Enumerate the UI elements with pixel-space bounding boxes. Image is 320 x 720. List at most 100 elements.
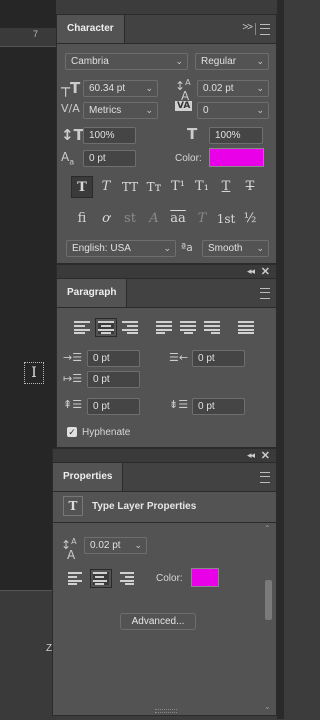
collapse-panel-icon[interactable]: ◂◂ (247, 450, 255, 461)
paragraph-panel: ◂◂ ✕ Paragraph →☰ 0 pt ☰← 0 pt ↦☰ 0 pt ⇞… (56, 264, 277, 448)
kerning-value: Metrics (89, 105, 122, 116)
leading-dropdown[interactable]: 0.02 pt ⌄ (197, 80, 269, 97)
tab-paragraph[interactable]: Paragraph (57, 279, 128, 307)
leading-value: 0.02 pt (203, 83, 234, 94)
font-size-value: 60.34 pt (89, 83, 126, 94)
close-icon[interactable]: ✕ (261, 449, 270, 462)
justify-last-center-icon[interactable] (180, 321, 196, 335)
discretionary-ligatures-button[interactable]: ơ (95, 208, 117, 230)
faux-bold-button[interactable]: T (71, 176, 93, 198)
chevron-down-icon: ⌄ (256, 105, 264, 115)
close-icon[interactable]: ✕ (261, 265, 270, 278)
space-after-field[interactable]: 0 pt (192, 398, 245, 415)
text-color-swatch[interactable] (209, 148, 264, 167)
font-family-dropdown[interactable]: Cambria ⌄ (65, 53, 188, 70)
panel-dock-strip (277, 0, 284, 719)
collapse-panel-icon[interactable]: ◂◂ (247, 266, 255, 277)
indent-right-field[interactable]: 0 pt (192, 350, 245, 367)
stylistic-sets-button[interactable]: T (191, 208, 213, 230)
horizontal-scale-icon: T (187, 125, 198, 143)
hyphenate-checkbox[interactable]: ✓ (67, 427, 77, 437)
font-style-dropdown[interactable]: Regular ⌄ (195, 53, 269, 70)
align-right-icon[interactable] (120, 572, 136, 586)
indent-left-icon: →☰ (63, 351, 83, 364)
space-before-icon: ⇞☰ (63, 398, 83, 411)
ordinals-button[interactable]: 1st (215, 208, 237, 230)
properties-tabbar: Properties (53, 463, 276, 492)
vertical-scale-field[interactable]: 100% (83, 127, 136, 144)
language-dropdown[interactable]: English: USA ⌄ (66, 240, 176, 257)
font-family-value: Cambria (71, 56, 109, 67)
type-layer-icon: T (63, 496, 83, 516)
align-left-icon[interactable] (68, 572, 84, 586)
space-after-icon: ⇟☰ (169, 398, 189, 411)
indent-left-field[interactable]: 0 pt (87, 350, 140, 367)
character-panel: Character >> Cambria ⌄ Regular ⌄ ┬T 60.34 … (56, 14, 277, 264)
character-tabbar: Character >> (57, 15, 276, 44)
fractions-button[interactable]: ½ (239, 208, 261, 230)
align-right-icon[interactable] (122, 321, 138, 335)
swash-button[interactable]: st (119, 208, 141, 230)
text-cursor-icon: I (24, 362, 44, 384)
indent-first-line-icon: ↦☰ (63, 372, 83, 385)
horizontal-ruler: 7 (0, 28, 56, 47)
indent-first-line-field[interactable]: 0 pt (87, 371, 140, 388)
font-style-value: Regular (201, 56, 237, 67)
panel-menu-icon[interactable] (260, 24, 270, 35)
horizontal-scale-field[interactable]: 100% (209, 127, 263, 144)
advanced-button[interactable]: Advanced... (120, 613, 196, 630)
titling-alternates-button[interactable]: aa (167, 208, 189, 230)
baseline-shift-icon: Aa (61, 150, 75, 167)
align-center-icon[interactable] (95, 318, 117, 337)
baseline-shift-field[interactable]: 0 pt (83, 150, 136, 167)
layer-type-title: Type Layer Properties (92, 501, 197, 512)
strikethrough-button[interactable]: T (239, 176, 261, 198)
resize-grip-icon[interactable] (155, 709, 177, 713)
panel-menu-icon[interactable] (260, 472, 270, 483)
separator-icon (255, 23, 256, 35)
scroll-thumb[interactable] (265, 580, 272, 620)
antialias-icon: ªa (181, 241, 193, 254)
faux-italic-button[interactable]: T (95, 176, 117, 198)
superscript-button[interactable]: T¹ (167, 176, 189, 198)
space-before-field[interactable]: 0 pt (87, 398, 140, 415)
justify-last-right-icon[interactable] (204, 321, 220, 335)
ruler-mark: 7 (33, 29, 39, 39)
align-left-icon[interactable] (74, 321, 90, 335)
properties-leading-dropdown[interactable]: 0.02 pt ⌄ (84, 537, 147, 554)
canvas-bottom-bar: Z (0, 590, 56, 720)
kerning-dropdown[interactable]: Metrics ⌄ (83, 102, 158, 119)
tracking-icon: VA (175, 101, 193, 111)
scroll-down-icon[interactable]: ⌄ (264, 702, 271, 711)
antialias-value: Smooth (208, 243, 243, 254)
chevron-down-icon: ⌄ (134, 540, 142, 550)
underline-button[interactable]: T (215, 176, 237, 198)
chevron-down-icon: ⌄ (256, 56, 264, 66)
font-size-dropdown[interactable]: 60.34 pt ⌄ (83, 80, 158, 97)
subscript-button[interactable]: T₁ (191, 176, 213, 198)
properties-color-swatch[interactable] (191, 568, 219, 587)
all-caps-button[interactable]: TT (119, 176, 141, 198)
small-caps-button[interactable]: Tᴛ (143, 176, 165, 198)
stylistic-alternates-button[interactable]: A (143, 208, 165, 230)
panel-menu-icon[interactable] (260, 288, 270, 299)
justify-last-left-icon[interactable] (156, 321, 172, 335)
tracking-dropdown[interactable]: 0 ⌄ (197, 102, 269, 119)
expand-panel-icon[interactable]: >> (242, 22, 253, 33)
tab-properties[interactable]: Properties (53, 463, 124, 491)
leading-icon: ↕A A (61, 537, 77, 562)
properties-panel: ◂◂ ✕ Properties T Type Layer Properties … (52, 448, 278, 716)
properties-header-strip: ◂◂ ✕ (53, 449, 276, 463)
align-center-icon[interactable] (90, 569, 112, 588)
ligatures-button[interactable]: fi (71, 208, 93, 230)
scroll-up-icon[interactable]: ⌃ (264, 524, 271, 533)
justify-all-icon[interactable] (238, 321, 254, 335)
properties-scrollbar[interactable]: ⌃ ⌄ (264, 524, 273, 711)
chevron-down-icon: ⌄ (145, 105, 153, 115)
chevron-down-icon: ⌄ (163, 243, 171, 253)
antialias-dropdown[interactable]: Smooth ⌄ (202, 240, 269, 257)
leading-icon: ↕A A (175, 78, 191, 103)
chevron-down-icon: ⌄ (145, 83, 153, 93)
tab-character[interactable]: Character (57, 15, 125, 43)
paragraph-header-strip: ◂◂ ✕ (57, 265, 276, 279)
